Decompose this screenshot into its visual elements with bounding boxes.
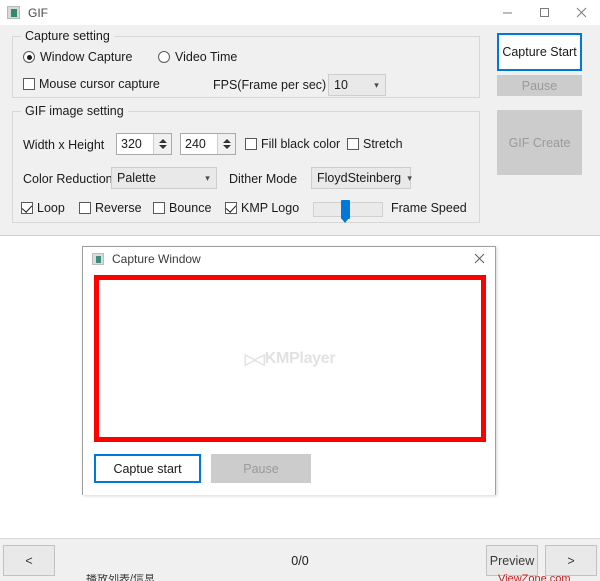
gif-app-icon (7, 6, 20, 19)
checkbox-bounce-label: Bounce (169, 201, 211, 215)
clipped-watermark-text: ViewZone.com (498, 574, 571, 581)
fps-label: FPS(Frame per sec) (213, 78, 326, 92)
preview-button[interactable]: Preview (486, 545, 538, 576)
frame-speed-slider[interactable] (313, 202, 383, 217)
checkbox-mark-icon (23, 78, 35, 90)
capture-window-icon (92, 253, 104, 265)
chevron-down-icon: ▾ (401, 173, 418, 184)
color-reduction-label: Color Reduction (23, 172, 113, 186)
frame-speed-label: Frame Speed (391, 201, 467, 215)
capture-window-dialog: Capture Window ▷◁ KMPlayer Captue start … (82, 246, 496, 495)
dialog-close-icon[interactable] (474, 253, 485, 264)
dither-mode-label: Dither Mode (229, 172, 297, 186)
checkbox-loop-label: Loop (37, 201, 65, 215)
color-reduction-select[interactable]: Palette ▾ (111, 167, 217, 189)
radio-window-capture-label: Window Capture (40, 50, 132, 64)
dither-mode-select[interactable]: FloydSteinberg ▾ (311, 167, 411, 189)
previous-button[interactable]: < (3, 545, 55, 576)
kmplayer-watermark: ▷◁ KMPlayer (245, 350, 336, 368)
fps-select[interactable]: 10 ▾ (328, 74, 386, 96)
radio-mark-icon (23, 51, 35, 63)
stepper-arrows-icon[interactable] (217, 134, 235, 154)
height-stepper[interactable]: 240 (180, 133, 236, 155)
checkbox-stretch[interactable]: Stretch (347, 137, 403, 151)
width-height-label: Width x Height (23, 138, 104, 152)
checkbox-fill-black-label: Fill black color (261, 137, 340, 151)
checkbox-mark-icon (245, 138, 257, 150)
checkbox-fill-black-color[interactable]: Fill black color (245, 137, 340, 151)
checkbox-mark-icon (347, 138, 359, 150)
checkbox-kmp-logo[interactable]: KMP Logo (225, 201, 299, 215)
slider-thumb[interactable] (341, 200, 350, 219)
checkbox-mouse-cursor-capture[interactable]: Mouse cursor capture (23, 77, 160, 91)
gif-capture-window: GIF Capture setting Window Capture Vi (0, 0, 600, 581)
fps-value: 10 (329, 78, 368, 92)
window-controls (489, 0, 600, 25)
checkbox-mouse-cursor-label: Mouse cursor capture (39, 77, 160, 91)
gif-create-label: GIF Create (509, 136, 571, 150)
chevron-down-icon: ▾ (368, 80, 385, 91)
dialog-pause-label: Pause (243, 462, 278, 476)
capture-start-label: Capture Start (502, 45, 576, 59)
color-reduction-value: Palette (112, 171, 199, 185)
checkbox-bounce[interactable]: Bounce (153, 201, 211, 215)
gif-create-button: GIF Create (497, 110, 582, 175)
pause-button: Pause (497, 75, 582, 96)
height-value: 240 (181, 137, 217, 151)
dialog-pause-button: Pause (211, 454, 311, 483)
gif-image-setting-group: GIF image setting Width x Height 320 240… (12, 111, 480, 223)
checkbox-reverse-label: Reverse (95, 201, 142, 215)
next-button[interactable]: > (545, 545, 597, 576)
width-stepper[interactable]: 320 (116, 133, 172, 155)
dialog-title-bar: Capture Window (83, 247, 495, 270)
maximize-icon[interactable] (526, 0, 563, 25)
capture-setting-legend: Capture setting (21, 29, 114, 43)
radio-video-time-label: Video Time (175, 50, 237, 64)
window-title: GIF (28, 6, 48, 20)
checkbox-mark-icon (153, 202, 165, 214)
chevron-down-icon: ▾ (199, 173, 216, 184)
pause-label: Pause (522, 79, 557, 93)
checkbox-mark-icon (21, 202, 33, 214)
radio-video-time[interactable]: Video Time (158, 50, 237, 64)
kmplayer-watermark-text: KMPlayer (265, 350, 336, 368)
dialog-title: Capture Window (112, 252, 201, 266)
radio-window-capture[interactable]: Window Capture (23, 50, 132, 64)
kmplayer-glyph-icon: ▷◁ (245, 350, 262, 368)
checkbox-reverse[interactable]: Reverse (79, 201, 142, 215)
capture-start-button[interactable]: Capture Start (497, 33, 582, 71)
radio-mark-icon (158, 51, 170, 63)
dialog-footer: Captue start Pause (83, 447, 495, 495)
checkbox-stretch-label: Stretch (363, 137, 403, 151)
checkbox-loop[interactable]: Loop (21, 201, 65, 215)
checkbox-kmp-logo-label: KMP Logo (241, 201, 299, 215)
checkbox-mark-icon (79, 202, 91, 214)
preview-label: Preview (490, 554, 534, 568)
next-label: > (567, 554, 574, 568)
gif-image-setting-legend: GIF image setting (21, 104, 128, 118)
capture-setting-group: Capture setting Window Capture Video Tim… (12, 36, 480, 98)
minimize-icon[interactable] (489, 0, 526, 25)
stepper-arrows-icon[interactable] (153, 134, 171, 154)
previous-label: < (25, 554, 32, 568)
width-value: 320 (117, 137, 153, 151)
close-icon[interactable] (563, 0, 600, 25)
dither-mode-value: FloydSteinberg (312, 171, 401, 185)
title-bar: GIF (0, 0, 600, 26)
dialog-capture-start-label: Captue start (113, 462, 181, 476)
clipped-note-text: 播放列表/信息 (86, 574, 155, 581)
capture-region[interactable]: ▷◁ KMPlayer (94, 275, 486, 442)
checkbox-mark-icon (225, 202, 237, 214)
dialog-capture-start-button[interactable]: Captue start (94, 454, 201, 483)
